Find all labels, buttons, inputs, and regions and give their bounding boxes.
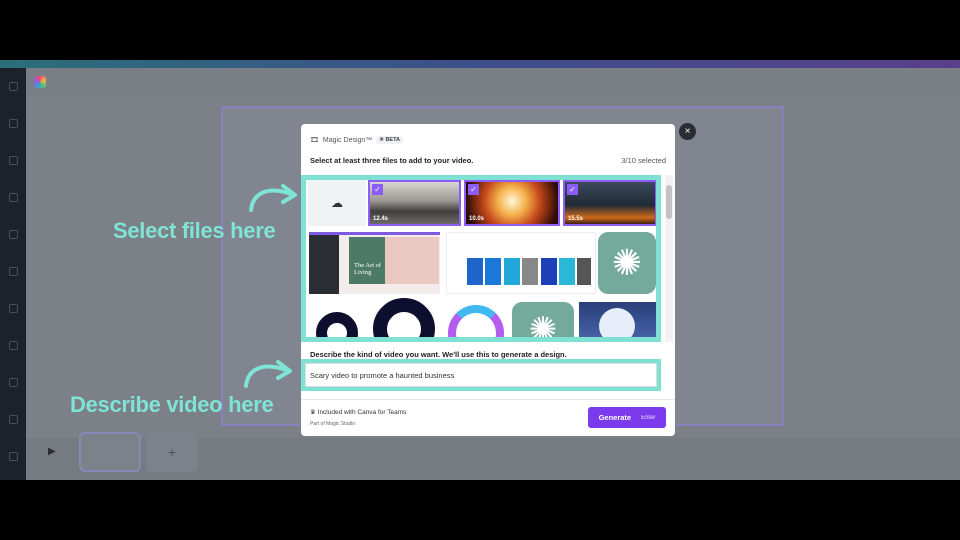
included-with-teams: ♛ Included with Canva for Teams <box>310 409 407 416</box>
part-of-magic-studio[interactable]: Part of Magic Studio <box>310 421 355 427</box>
sidebar-item[interactable] <box>0 364 26 401</box>
cloud-upload-icon: ☁ <box>331 196 343 210</box>
canva-logo-icon <box>34 76 46 88</box>
beta-badge: ✳ BETA <box>376 136 404 144</box>
video-description-input[interactable] <box>305 363 657 387</box>
upload-button[interactable]: ☁ <box>308 180 366 226</box>
select-files-annotation: Select files here <box>113 218 276 243</box>
dialog-title: Magic Design™ <box>322 136 373 144</box>
arrow-to-prompt-icon <box>244 360 292 388</box>
image-thumbnail[interactable] <box>446 232 596 294</box>
describe-label: Describe the kind of video you want. We'… <box>310 350 567 359</box>
sidebar-item[interactable] <box>0 253 26 290</box>
video-thumbnail[interactable]: ✓ 10.0s <box>464 180 560 226</box>
sidebar-item[interactable] <box>0 179 26 216</box>
close-button[interactable]: × <box>679 123 696 140</box>
video-duration: 15.5s <box>568 216 584 222</box>
openai-logo-image[interactable]: ✺ <box>598 232 656 294</box>
openai-logo-image[interactable]: ✺ <box>512 302 574 337</box>
art-of-living-text: The Art of Living <box>354 262 382 277</box>
checkbox-checked-icon: ✓ <box>372 184 383 195</box>
timeline: ▶ + <box>26 432 960 480</box>
magic-design-dialog: 🎞 Magic Design™ ✳ BETA Select at least t… <box>301 124 675 436</box>
top-strip <box>0 60 960 68</box>
selected-count: 3/10 selected <box>621 156 666 165</box>
image-thumbnail[interactable]: The Art of Living <box>309 232 440 294</box>
sidebar-item[interactable] <box>0 105 26 142</box>
image-thumbnail[interactable] <box>579 302 656 337</box>
play-icon[interactable]: ▶ <box>48 446 56 457</box>
magic-design-icon: 🎞 <box>310 137 319 144</box>
left-sidebar <box>0 68 26 480</box>
crown-icon: ♛ <box>310 409 316 416</box>
editor-toolbar <box>26 68 960 96</box>
checkbox-checked-icon: ✓ <box>468 184 479 195</box>
image-thumbnail[interactable] <box>373 298 435 337</box>
sidebar-item[interactable] <box>0 290 26 327</box>
video-thumbnail[interactable]: ✓ 12.4s <box>368 180 461 226</box>
timeline-clip[interactable] <box>79 432 141 472</box>
image-thumbnail[interactable] <box>316 302 358 337</box>
video-thumbnail[interactable]: ✓ 15.5s <box>563 180 656 226</box>
prompt-field-highlight <box>301 359 661 391</box>
grid-scrollbar[interactable] <box>665 175 673 342</box>
describe-video-annotation: Describe video here <box>70 392 274 417</box>
sidebar-item[interactable] <box>0 68 26 105</box>
divider <box>301 399 675 400</box>
sidebar-item[interactable] <box>0 438 26 475</box>
video-duration: 12.4s <box>373 216 389 222</box>
dialog-header: 🎞 Magic Design™ ✳ BETA <box>310 136 404 144</box>
sidebar-item[interactable] <box>0 216 26 253</box>
sidebar-item[interactable] <box>0 142 26 179</box>
arrow-to-files-icon <box>249 184 297 212</box>
checkbox-checked-icon: ✓ <box>567 184 578 195</box>
sidebar-item[interactable] <box>0 401 26 438</box>
video-duration: 10.0s <box>469 216 485 222</box>
image-thumbnail[interactable] <box>448 305 508 337</box>
file-grid: ☁ ✓ 12.4s ✓ 10.0s ✓ 15.5s The Art of Liv… <box>301 175 661 342</box>
generate-button[interactable]: Generate Enter <box>588 407 666 428</box>
sidebar-item[interactable] <box>0 327 26 364</box>
add-page-button[interactable]: + <box>146 432 198 472</box>
instruction-text: Select at least three files to add to yo… <box>310 156 474 165</box>
